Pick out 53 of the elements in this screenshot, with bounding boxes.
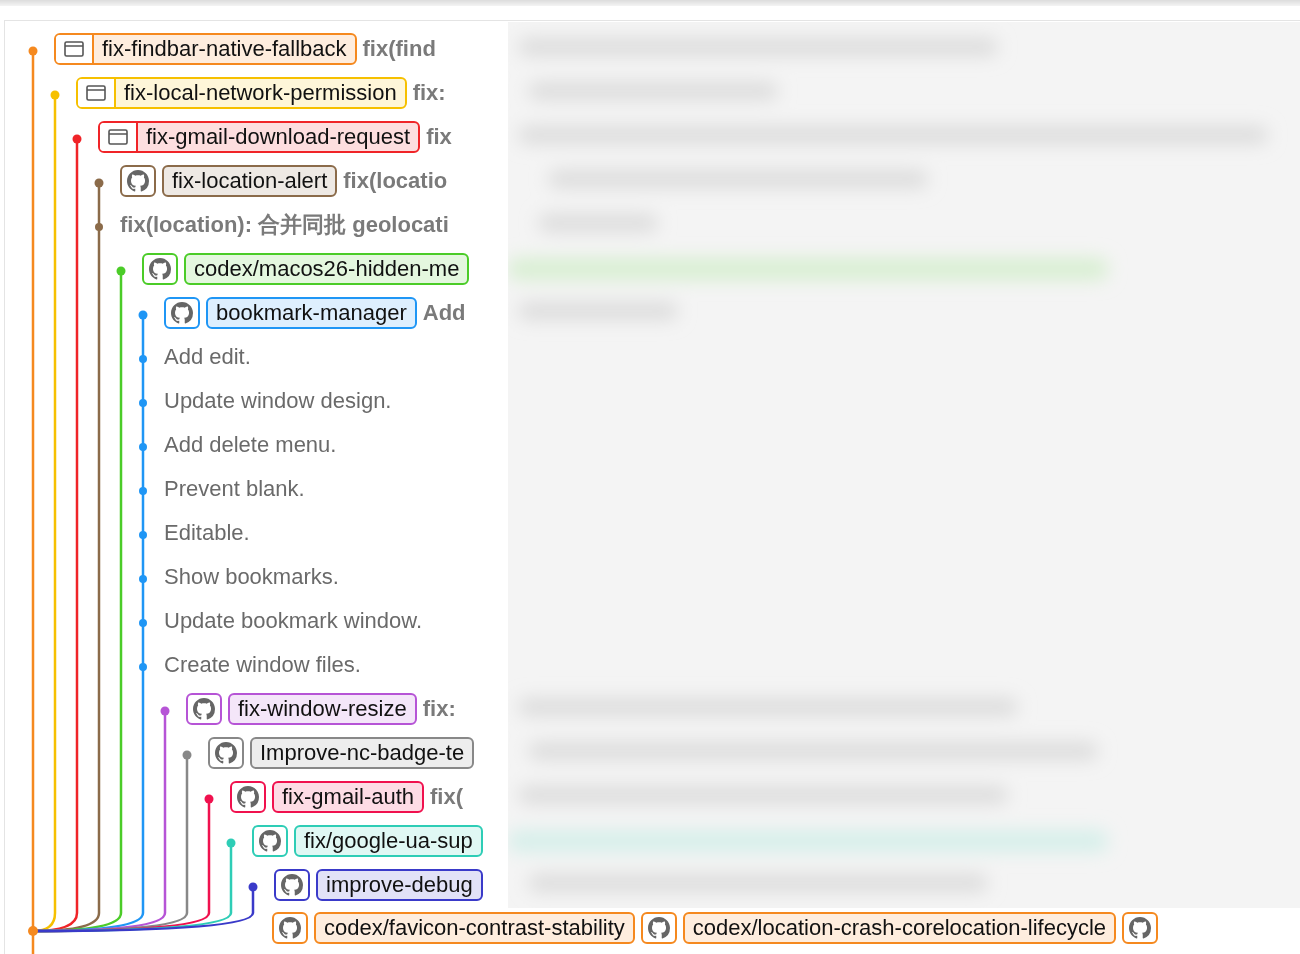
github-icon bbox=[259, 830, 281, 852]
folder-icon bbox=[108, 129, 128, 145]
branch-label: bookmark-manager bbox=[206, 297, 417, 329]
github-icon bbox=[647, 917, 670, 939]
branch-label: Improve-nc-badge-te bbox=[250, 737, 475, 769]
commit-message: Show bookmarks. bbox=[164, 564, 339, 590]
folder-icon bbox=[86, 85, 106, 101]
commit-dot bbox=[139, 663, 147, 671]
branch-label: fix-gmail-download-request bbox=[98, 121, 421, 153]
github-icon bbox=[215, 742, 237, 764]
commit-message: Create window files. bbox=[164, 652, 361, 678]
commit-message: Add bbox=[422, 300, 466, 326]
commit-message: fix: bbox=[422, 696, 456, 722]
commit-message: Prevent blank. bbox=[164, 476, 305, 502]
commit-message: Editable. bbox=[164, 520, 250, 546]
commit-message: Add edit. bbox=[164, 344, 251, 370]
folder-icon bbox=[64, 41, 84, 57]
commit-message: fix(find bbox=[362, 36, 436, 62]
commit-dot bbox=[139, 355, 147, 363]
commit-message: fix: bbox=[412, 80, 446, 106]
github-icon bbox=[279, 917, 301, 939]
branch-label: codex/favicon-contrast-stability bbox=[314, 912, 635, 944]
commit-dot bbox=[139, 399, 147, 407]
commit-dot bbox=[139, 443, 147, 451]
branch-label: fix-local-network-permission bbox=[76, 77, 407, 109]
commit-message: Update bookmark window. bbox=[164, 608, 423, 634]
commit-dot bbox=[139, 575, 147, 583]
github-icon bbox=[149, 258, 171, 280]
commit-message: Update window design. bbox=[164, 388, 392, 414]
commit-dot bbox=[139, 531, 147, 539]
commit-dot bbox=[139, 487, 147, 495]
branch-label: fix-gmail-auth bbox=[272, 781, 425, 813]
github-icon bbox=[237, 786, 259, 808]
commit-message: fix( bbox=[430, 784, 464, 810]
github-icon bbox=[193, 698, 215, 720]
commit-message: fix(location): 合并同批 geolocati bbox=[120, 211, 449, 239]
merge-dot bbox=[28, 926, 38, 936]
branch-label: codex/macos26-hidden-me bbox=[184, 253, 470, 285]
branch-label: fix-findbar-native-fallback bbox=[54, 33, 357, 65]
commit-message: fix bbox=[426, 124, 452, 150]
commit-dot bbox=[139, 619, 147, 627]
github-icon bbox=[171, 302, 193, 324]
github-icon bbox=[281, 874, 303, 896]
branch-label: fix/google-ua-sup bbox=[294, 825, 483, 857]
commit-message: fix(locatio bbox=[343, 168, 448, 194]
branch-label: fix-window-resize bbox=[228, 693, 417, 725]
branch-label: fix-location-alert bbox=[162, 165, 338, 197]
github-icon bbox=[1129, 917, 1152, 939]
github-icon bbox=[127, 170, 149, 192]
commit-dot bbox=[95, 223, 103, 231]
commit-message: Add delete menu. bbox=[164, 432, 337, 458]
branch-label: codex/location-crash-corelocation-lifecycle bbox=[682, 912, 1117, 944]
branch-label: improve-debug bbox=[316, 869, 483, 901]
